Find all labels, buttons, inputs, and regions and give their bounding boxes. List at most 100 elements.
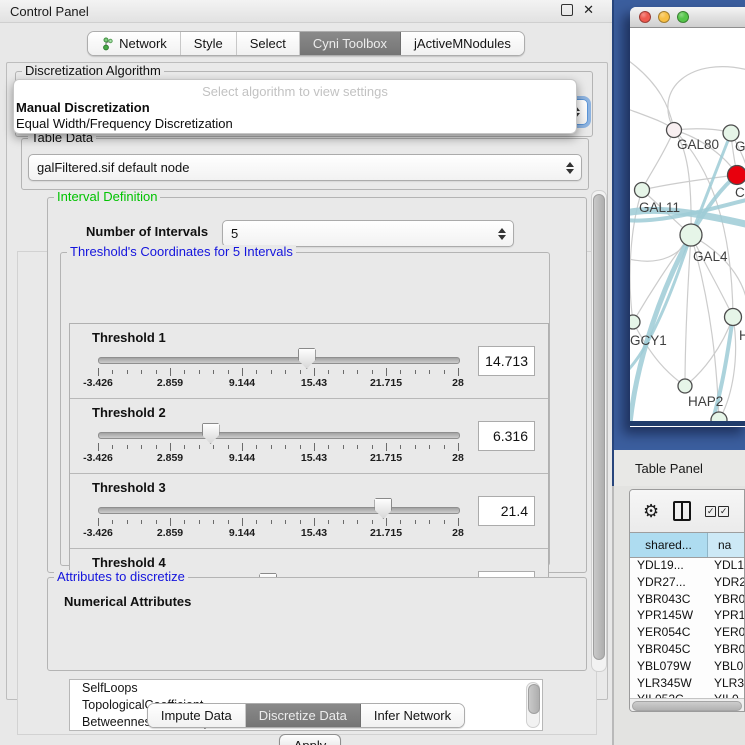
zoom-window-icon[interactable] [677,11,689,23]
major-tick [314,518,315,526]
threshold-value-field[interactable] [478,421,535,451]
table-row[interactable]: YER054CYER0 [630,625,744,642]
table-horizontal-scrollbar-thumb[interactable] [632,701,742,711]
slider-thumb[interactable] [298,348,316,369]
close-panel-icon[interactable]: ✕ [583,4,594,16]
minor-tick [156,520,157,524]
minor-tick [199,370,200,374]
minor-tick [184,445,185,449]
table-cell[interactable]: YBR043C [630,592,708,609]
bottom-tab-infer-network[interactable]: Infer Network [361,704,464,727]
threshold-row: Threshold 1-3.4262.8599.14415.4321.71528 [70,324,548,399]
network-node[interactable] [725,309,742,326]
major-tick [170,518,171,526]
table-cell[interactable]: YPR1 [708,608,744,625]
major-tick [242,443,243,451]
threshold-value-field[interactable] [478,496,535,526]
network-edge [691,235,733,317]
settings-scrollbar[interactable] [591,190,607,672]
slider-track[interactable] [98,507,460,514]
tick-label: 9.144 [229,377,255,389]
num-intervals-combo[interactable]: 5 [222,220,514,247]
minimize-window-icon[interactable] [658,11,670,23]
tab-label: Infer Network [374,708,451,723]
tab-jactivemnodules[interactable]: jActiveMNodules [401,32,524,55]
network-edge [630,58,674,130]
table-row[interactable]: YBL079WYBL0 [630,659,744,676]
minor-tick [271,520,272,524]
network-node[interactable] [667,123,682,138]
apply-button[interactable]: Apply [279,734,341,745]
minor-tick [328,520,329,524]
tab-cyni-toolbox[interactable]: Cyni Toolbox [300,32,401,55]
network-node[interactable] [678,379,692,393]
tick-label: 21.715 [370,527,402,539]
table-row[interactable]: YPR145WYPR1 [630,608,744,625]
dropdown-prompt-item[interactable]: Select algorithm to view settings [14,83,576,100]
tick-label: 28 [452,527,464,539]
column-header-shared-name[interactable]: shared... [630,533,708,557]
slider-track[interactable] [98,432,460,439]
network-edge [668,67,745,130]
slider-track[interactable] [98,357,460,364]
settings-scrollbar-thumb[interactable] [593,194,605,660]
column-header-name[interactable]: na [708,533,744,557]
numerical-attributes-label: Numerical Attributes [64,594,191,609]
table-row[interactable]: YBR045CYBR0 [630,642,744,659]
table-panel-header: Table Panel [612,450,745,486]
network-node[interactable] [728,166,745,185]
table-data-combo[interactable]: galFiltered.sif default node [28,154,582,181]
combo-arrows-icon [562,155,578,180]
network-window-titlebar[interactable] [630,7,745,28]
table-row[interactable]: YLR345WYLR3 [630,676,744,693]
table-cell[interactable]: YBL0 [708,659,744,676]
table-row[interactable]: YDL19...YDL1 [630,558,744,575]
table-cell[interactable]: YDL1 [708,558,744,575]
table-cell[interactable]: YPR145W [630,608,708,625]
network-node[interactable] [630,315,640,329]
dropdown-option[interactable]: Manual Discretization [14,100,576,116]
tab-style[interactable]: Style [181,32,237,55]
table-cell[interactable]: YBR045C [630,642,708,659]
threshold-value-field[interactable] [478,346,535,376]
attribute-list-item[interactable]: SelfLoops [70,680,542,697]
close-window-icon[interactable] [639,11,651,23]
table-cell[interactable]: YDL19... [630,558,708,575]
tab-label: Discretize Data [259,708,347,723]
table-cell[interactable]: YER054C [630,625,708,642]
network-node-label: C [735,185,745,200]
table-cell[interactable]: YLR345W [630,676,708,693]
minor-tick [271,445,272,449]
float-window-icon[interactable] [561,4,573,16]
tab-network[interactable]: Network [88,32,181,55]
table-cell[interactable]: YER0 [708,625,744,642]
dropdown-option[interactable]: Equal Width/Frequency Discretization [14,116,576,132]
tab-label: jActiveMNodules [414,36,511,51]
bottom-tab-impute-data[interactable]: Impute Data [148,704,246,727]
network-node-label: GCY1 [630,333,667,348]
table-row[interactable]: YDR27...YDR2 [630,575,744,592]
bottom-tab-discretize-data[interactable]: Discretize Data [246,704,361,727]
minor-tick [300,445,301,449]
network-node[interactable] [635,183,650,198]
table-body: YDL19...YDL1YDR27...YDR2YBR043CYBR0YPR14… [630,558,744,698]
table-cell[interactable]: YDR2 [708,575,744,592]
slider-thumb[interactable] [374,498,392,519]
network-node[interactable] [680,224,702,246]
major-tick [314,443,315,451]
select-columns-icon[interactable]: ✓ ✓ [705,506,729,517]
table-cell[interactable]: YBL079W [630,659,708,676]
table-cell[interactable]: YBR0 [708,642,744,659]
gear-icon[interactable]: ⚙ [643,502,659,520]
table-cell[interactable]: YBR0 [708,592,744,609]
table-cell[interactable]: YDR27... [630,575,708,592]
major-tick [386,368,387,376]
tab-select[interactable]: Select [237,32,300,55]
network-canvas[interactable]: GAL80GCGAL11GAL4GCY1HHAP2 [630,28,745,421]
columns-icon[interactable] [673,501,691,521]
minor-tick [444,520,445,524]
table-horizontal-scrollbar[interactable] [630,698,744,712]
table-cell[interactable]: YLR3 [708,676,744,693]
table-row[interactable]: YBR043CYBR0 [630,592,744,609]
slider-thumb[interactable] [202,423,220,444]
